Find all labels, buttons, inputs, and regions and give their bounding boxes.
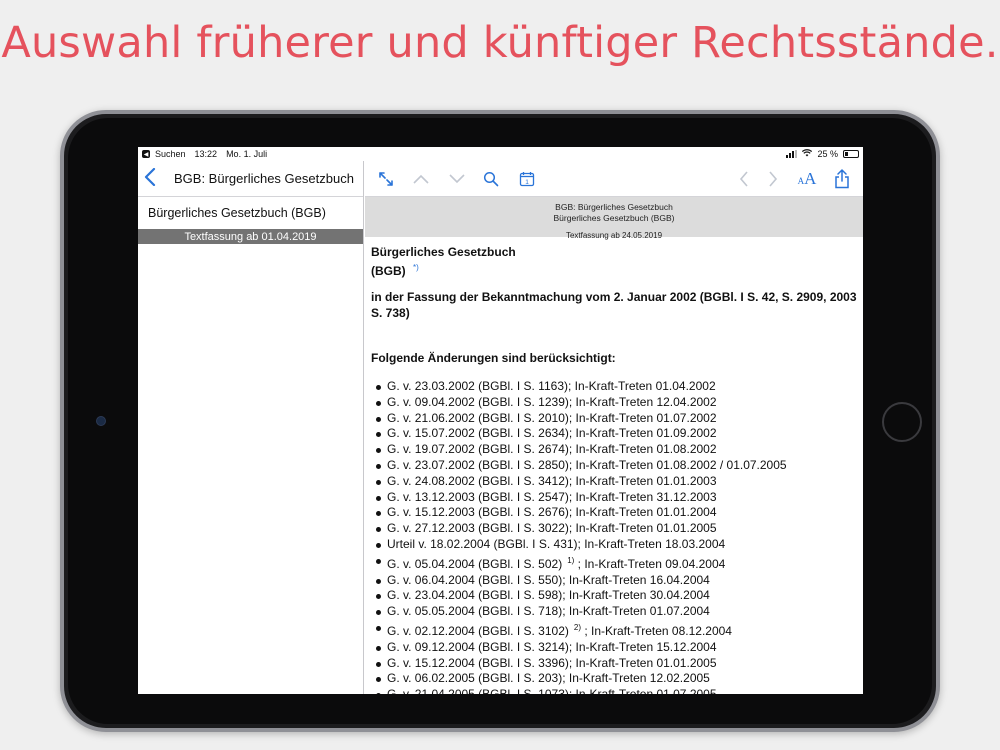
- change-text: G. v. 21.04.2005 (BGBl. I S. 1073); In-K…: [387, 687, 717, 694]
- change-text: G. v. 09.04.2002 (BGBl. I S. 1239); In-K…: [387, 394, 717, 409]
- document-header: BGB: Bürgerliches Gesetzbuch Bürgerliche…: [365, 197, 863, 240]
- battery-icon: [843, 150, 859, 158]
- document-body: Bürgerliches Gesetzbuch (BGB) *) in der …: [365, 237, 863, 694]
- search-icon[interactable]: [480, 168, 502, 190]
- change-text: G. v. 19.07.2002 (BGBl. I S. 2674); In-K…: [387, 442, 717, 457]
- change-tail: ; In-Kraft-Treten 08.12.2004: [581, 623, 732, 638]
- signal-icon: [786, 150, 798, 158]
- version-badge[interactable]: Textfassung ab 01.04.2019: [138, 229, 363, 244]
- change-item: G. v. 24.08.2002 (BGBl. I S. 3412); In-K…: [376, 473, 857, 490]
- forward-nav-icon[interactable]: [762, 168, 784, 190]
- change-item: G. v. 21.04.2005 (BGBl. I S. 1073); In-K…: [376, 687, 857, 694]
- calendar-day: 1: [525, 179, 529, 186]
- sidebar: BGB: Bürgerliches Gesetzbuch Bürgerliche…: [138, 161, 364, 694]
- previous-match-icon[interactable]: [410, 168, 432, 190]
- font-size-label: AA: [797, 169, 817, 188]
- change-item: G. v. 05.04.2004 (BGBl. I S. 502) 1) ; In…: [376, 553, 857, 573]
- document-toolbar: 1 AA: [365, 161, 863, 197]
- change-text: G. v. 06.02.2005 (BGBl. I S. 203); In-Kr…: [387, 671, 710, 686]
- sidebar-item-bgb[interactable]: Bürgerliches Gesetzbuch (BGB): [138, 197, 363, 229]
- change-text: G. v. 05.05.2004 (BGBl. I S. 718); In-Kr…: [387, 604, 710, 619]
- back-to-app-icon[interactable]: ◀: [142, 150, 150, 158]
- change-text: G. v. 27.12.2003 (BGBl. I S. 3022); In-K…: [387, 521, 717, 536]
- status-date: Mo. 1. Juli: [226, 149, 268, 159]
- home-button[interactable]: [882, 402, 922, 442]
- back-chevron-icon[interactable]: [144, 167, 160, 190]
- sidebar-nav-title: BGB: Bürgerliches Gesetzbuch: [174, 171, 354, 186]
- change-tail: ; In-Kraft-Treten 09.04.2004: [574, 556, 726, 571]
- change-text: G. v. 15.12.2003 (BGBl. I S. 2676); In-K…: [387, 505, 717, 520]
- change-text: G. v. 02.12.2004 (BGBl. I S. 3102): [387, 623, 569, 638]
- change-item: G. v. 09.04.2002 (BGBl. I S. 1239); In-K…: [376, 394, 857, 411]
- battery-percent: 25 %: [817, 149, 838, 159]
- change-item: G. v. 06.04.2004 (BGBl. I S. 550); In-Kr…: [376, 572, 857, 589]
- status-time: 13:22: [194, 149, 218, 159]
- change-item: G. v. 21.06.2002 (BGBl. I S. 2010); In-K…: [376, 410, 857, 427]
- next-match-icon[interactable]: [446, 168, 468, 190]
- doc-title: Bürgerliches Gesetzbuch: [371, 245, 516, 259]
- doc-title-abbr: (BGB) *): [371, 260, 857, 279]
- promo-stage: Auswahl früherer und künftiger Rechtsstä…: [0, 0, 1000, 750]
- change-item: G. v. 13.12.2003 (BGBl. I S. 2547); In-K…: [376, 489, 857, 506]
- share-icon[interactable]: [831, 168, 853, 190]
- status-bar: ◀ Suchen 13:22 Mo. 1. Juli 25 %: [138, 147, 863, 161]
- change-footnote-link[interactable]: 2): [574, 623, 581, 632]
- doc-abbr: (BGB): [371, 264, 406, 278]
- document-pane: 1 AA BGB: Bürgerliches Gesetzbuch Bürger…: [365, 161, 863, 694]
- change-item: G. v. 23.07.2002 (BGBl. I S. 2850); In-K…: [376, 457, 857, 474]
- back-nav-icon[interactable]: [733, 168, 755, 190]
- changes-list: G. v. 23.03.2002 (BGBl. I S. 1163); In-K…: [371, 379, 857, 694]
- change-item: G. v. 15.07.2002 (BGBl. I S. 2634); In-K…: [376, 426, 857, 442]
- change-text: G. v. 23.07.2002 (BGBl. I S. 2850); In-K…: [387, 457, 787, 472]
- change-text: Urteil v. 18.02.2004 (BGBl. I S. 431); I…: [387, 536, 726, 551]
- camera-dot: [96, 416, 106, 426]
- change-item: G. v. 09.12.2004 (BGBl. I S. 3214); In-K…: [376, 639, 857, 656]
- doc-fassung: in der Fassung der Bekanntmachung vom 2.…: [371, 290, 857, 320]
- change-item: Urteil v. 18.02.2004 (BGBl. I S. 431); I…: [376, 536, 857, 553]
- ipad-screen: ◀ Suchen 13:22 Mo. 1. Juli 25 % BGB: Bür…: [138, 147, 863, 694]
- change-text: G. v. 15.07.2002 (BGBl. I S. 2634); In-K…: [387, 426, 717, 441]
- change-text: G. v. 21.06.2002 (BGBl. I S. 2010); In-K…: [387, 410, 717, 425]
- change-text: G. v. 24.08.2002 (BGBl. I S. 3412); In-K…: [387, 473, 717, 488]
- back-app-label[interactable]: Suchen: [155, 149, 186, 159]
- change-item: G. v. 06.02.2005 (BGBl. I S. 203); In-Kr…: [376, 671, 857, 687]
- change-text: G. v. 05.04.2004 (BGBl. I S. 502): [387, 556, 563, 571]
- change-item: G. v. 15.12.2003 (BGBl. I S. 2676); In-K…: [376, 505, 857, 521]
- font-size-icon[interactable]: AA: [796, 168, 818, 190]
- title-footnote-link[interactable]: *): [413, 263, 419, 272]
- change-item: G. v. 02.12.2004 (BGBl. I S. 3102) 2) ; I…: [376, 620, 857, 640]
- doc-header-line2: Bürgerliches Gesetzbuch (BGB): [553, 213, 675, 223]
- wifi-icon: [802, 149, 813, 159]
- expand-icon[interactable]: [375, 168, 397, 190]
- calendar-icon[interactable]: 1: [516, 168, 538, 190]
- doc-header-line1: BGB: Bürgerliches Gesetzbuch: [555, 202, 673, 212]
- change-text: G. v. 23.04.2004 (BGBl. I S. 598); In-Kr…: [387, 588, 710, 603]
- change-text: G. v. 09.12.2004 (BGBl. I S. 3214); In-K…: [387, 639, 717, 654]
- headline: Auswahl früherer und künftiger Rechtsstä…: [1, 18, 999, 68]
- change-text: G. v. 23.03.2002 (BGBl. I S. 1163); In-K…: [387, 379, 716, 393]
- change-item: G. v. 19.07.2002 (BGBl. I S. 2674); In-K…: [376, 442, 857, 458]
- change-item: G. v. 15.12.2004 (BGBl. I S. 3396); In-K…: [376, 655, 857, 672]
- change-item: G. v. 27.12.2003 (BGBl. I S. 3022); In-K…: [376, 521, 857, 537]
- change-text: G. v. 13.12.2003 (BGBl. I S. 2547); In-K…: [387, 489, 717, 504]
- sidebar-navbar: BGB: Bürgerliches Gesetzbuch: [138, 161, 363, 197]
- change-item: G. v. 05.05.2004 (BGBl. I S. 718); In-Kr…: [376, 604, 857, 620]
- change-item: G. v. 23.03.2002 (BGBl. I S. 1163); In-K…: [376, 379, 857, 395]
- change-item: G. v. 23.04.2004 (BGBl. I S. 598); In-Kr…: [376, 588, 857, 604]
- changes-heading: Folgende Änderungen sind berücksichtigt:: [371, 351, 616, 365]
- change-text: G. v. 06.04.2004 (BGBl. I S. 550); In-Kr…: [387, 572, 710, 587]
- change-text: G. v. 15.12.2004 (BGBl. I S. 3396); In-K…: [387, 655, 717, 670]
